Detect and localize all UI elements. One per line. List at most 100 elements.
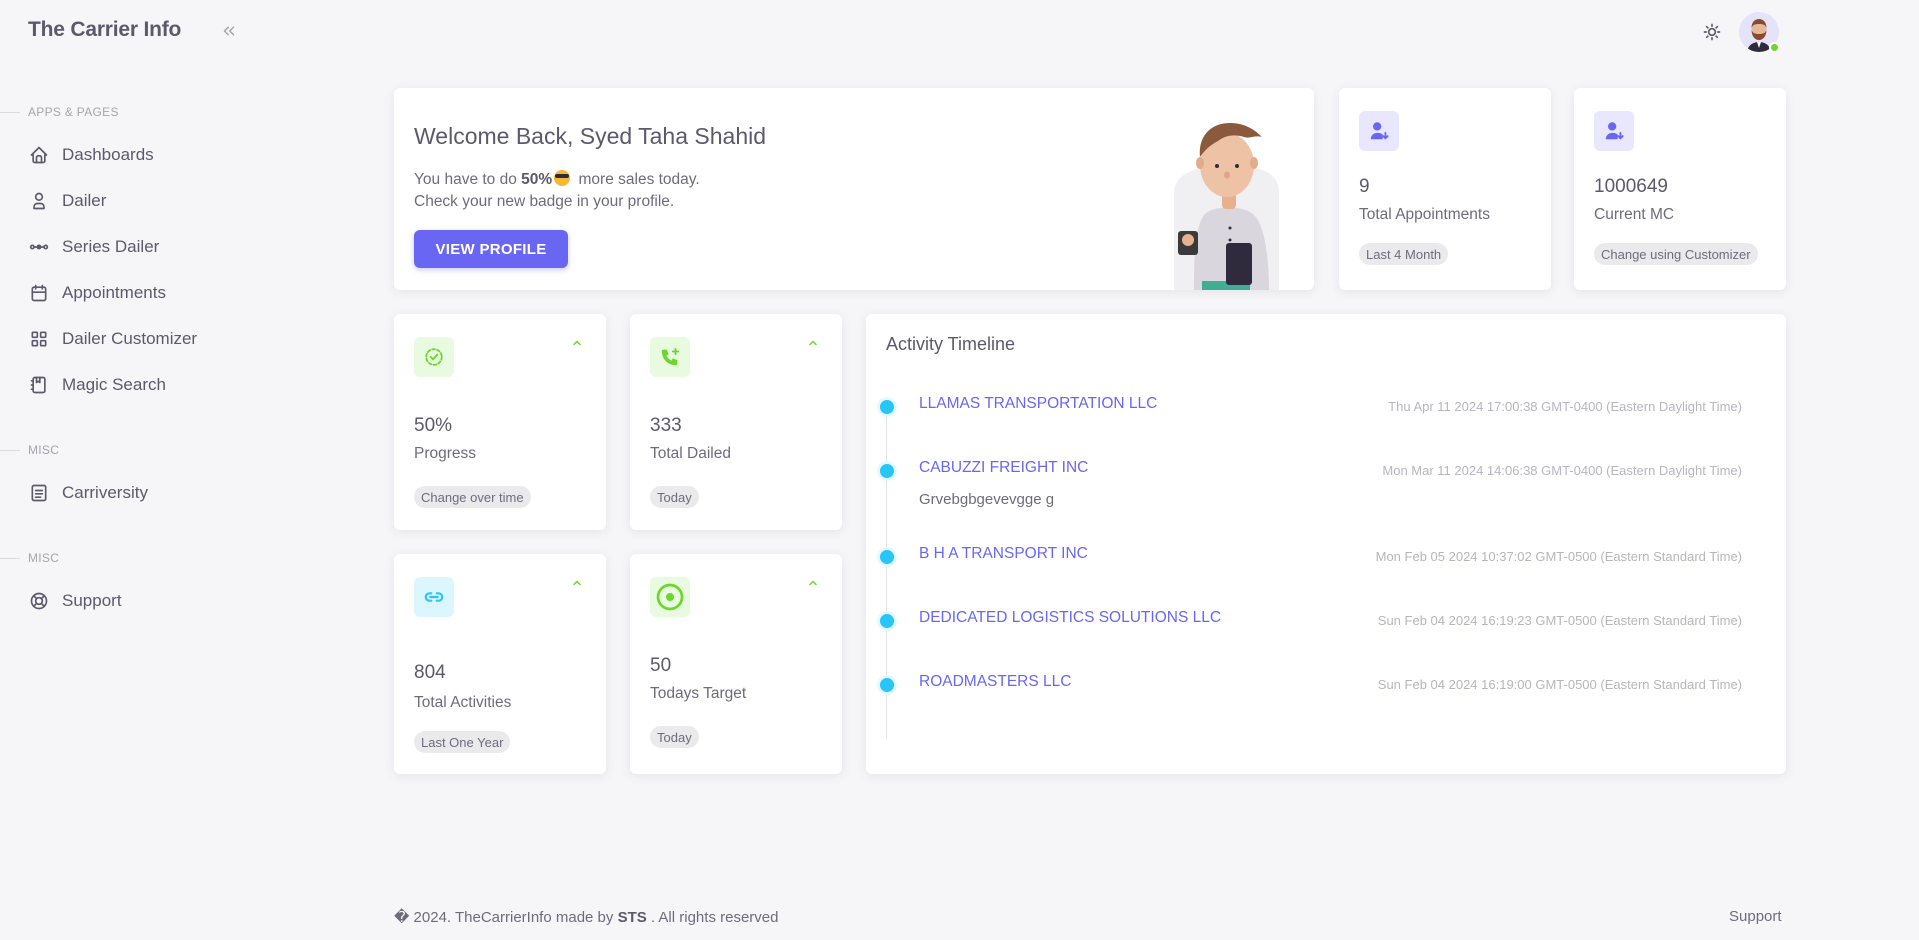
user-avatar[interactable]	[1739, 12, 1780, 53]
dots-connected-icon	[28, 236, 50, 258]
timeline-item-title[interactable]: CABUZZI FREIGHT INC	[919, 459, 1088, 477]
welcome-card: Welcome Back, Syed Taha Shahid You have …	[394, 88, 1314, 290]
phone-plus-icon	[650, 337, 690, 377]
sidebar-item-magic-search[interactable]: Magic Search	[28, 370, 268, 400]
sun-icon	[1703, 23, 1721, 41]
sales-percentage: 50%	[521, 171, 553, 188]
article-icon	[28, 482, 50, 504]
stat-value: 9	[1359, 176, 1370, 197]
welcome-title: Welcome Back, Syed Taha Shahid	[414, 123, 767, 149]
section-divider	[0, 557, 20, 559]
collapse-sidebar-button[interactable]	[218, 18, 240, 44]
sidebar-item-label: Support	[62, 591, 122, 610]
stat-chip: Change over time	[414, 486, 531, 508]
stat-card-total-dailed: 333 Total Dailed Today	[630, 314, 842, 530]
stat-label: Current MC	[1594, 206, 1675, 223]
stat-chip: Change using Customizer	[1594, 243, 1758, 265]
sidebar-item-label: Appointments	[62, 283, 166, 302]
online-status-indicator	[1769, 42, 1780, 53]
footer-support-link[interactable]: Support	[1729, 908, 1782, 925]
app-title: The Carrier Info	[28, 18, 182, 41]
timeline-dot	[880, 464, 894, 478]
footer-brand-link[interactable]: STS	[618, 909, 647, 926]
timeline-item-time: Mon Feb 05 2024 10:37:02 GMT-0500 (Easte…	[1375, 549, 1742, 564]
timeline-item-title[interactable]: LLAMAS TRANSPORTATION LLC	[919, 395, 1157, 413]
stat-label: Progress	[414, 445, 477, 462]
sidebar-item-label: Dailer	[62, 191, 107, 210]
sidebar-item-dailer[interactable]: Dailer	[28, 186, 268, 216]
timeline-item: B H A TRANSPORT INC Mon Feb 05 2024 10:3…	[866, 545, 1786, 585]
timeline-dot	[880, 678, 894, 692]
sidebar-item-label: Magic Search	[62, 375, 166, 394]
sidebar-item-dailer-customizer[interactable]: Dailer Customizer	[28, 324, 268, 354]
timeline-dot	[880, 400, 894, 414]
sidebar-item-label: Dashboards	[62, 145, 154, 164]
lifebuoy-icon	[28, 590, 50, 612]
timeline-item: CABUZZI FREIGHT INC Mon Mar 11 2024 14:0…	[866, 459, 1786, 519]
stat-value: 333	[650, 415, 682, 436]
chevrons-left-icon	[223, 26, 235, 36]
sidebar-item-series-dailer[interactable]: Series Dailer	[28, 232, 268, 262]
circle-check-dashed-icon	[414, 337, 454, 377]
calendar-icon	[28, 282, 50, 304]
stat-card-current-mc: 1000649 Current MC Change using Customiz…	[1574, 88, 1786, 290]
section-header-apps-pages: APPS & PAGES	[0, 104, 119, 120]
user-icon	[28, 190, 50, 212]
section-divider	[0, 111, 20, 113]
timeline-item-time: Thu Apr 11 2024 17:00:38 GMT-0400 (Easte…	[1388, 399, 1742, 414]
timeline-item-title[interactable]: ROADMASTERS LLC	[919, 673, 1071, 691]
stat-value: 50%	[414, 415, 453, 436]
stat-card-todays-target: 50 Todays Target Today	[630, 554, 842, 774]
section-header-label: APPS & PAGES	[28, 105, 119, 119]
section-header-label: MISC	[28, 551, 60, 565]
timeline-item: DEDICATED LOGISTICS SOLUTIONS LLC Sun Fe…	[866, 609, 1786, 649]
footer-text: . All rights reserved	[650, 909, 779, 926]
timeline-item-time: Sun Feb 04 2024 16:19:00 GMT-0500 (Easte…	[1377, 677, 1742, 692]
timeline-item-time: Sun Feb 04 2024 16:19:23 GMT-0500 (Easte…	[1377, 613, 1742, 628]
notebook-icon	[28, 374, 50, 396]
stat-value: 804	[414, 662, 446, 683]
timeline-dot	[880, 550, 894, 564]
user-download-icon	[1359, 111, 1399, 151]
sidebar-item-label: Dailer Customizer	[62, 329, 198, 348]
theme-toggle-button[interactable]	[1700, 20, 1724, 44]
sidebar-item-support[interactable]: Support	[28, 586, 268, 616]
sidebar-item-dashboards[interactable]: Dashboards	[28, 140, 268, 170]
timeline-item-description: Grvebgbgevevgge g	[919, 491, 1055, 508]
stat-card-total-appointments: 9 Total Appointments Last 4 Month	[1339, 88, 1551, 290]
welcome-text: You have to do	[414, 171, 517, 188]
stat-chip: Today	[650, 726, 699, 748]
sidebar-item-appointments[interactable]: Appointments	[28, 278, 268, 308]
stat-card-progress: 50% Progress Change over time	[394, 314, 606, 530]
stat-chip: Today	[650, 486, 699, 508]
welcome-badge-message: Check your new badge in your profile.	[414, 193, 675, 210]
section-divider	[0, 449, 20, 451]
sidebar-item-carriversity[interactable]: Carriversity	[28, 478, 268, 508]
timeline-item-title[interactable]: DEDICATED LOGISTICS SOLUTIONS LLC	[919, 609, 1221, 627]
timeline-item-title[interactable]: B H A TRANSPORT INC	[919, 545, 1088, 563]
section-header-label: MISC	[28, 443, 60, 457]
layout-grid-icon	[28, 328, 50, 350]
stat-label: Total Appointments	[1359, 206, 1490, 223]
stat-label: Total Dailed	[650, 445, 731, 462]
chevron-up-icon[interactable]	[570, 336, 584, 350]
stat-label: Total Activities	[414, 694, 512, 711]
stat-card-total-activities: 804 Total Activities Last One Year	[394, 554, 606, 774]
footer-text: � 2024. TheCarrierInfo made by	[394, 909, 614, 926]
link-icon	[414, 577, 454, 617]
sidebar-item-label: Carriversity	[62, 483, 148, 502]
user-download-icon	[1594, 111, 1634, 151]
timeline-dot	[880, 614, 894, 628]
stat-value: 1000649	[1594, 176, 1668, 197]
timeline-item: ROADMASTERS LLC Sun Feb 04 2024 16:19:00…	[866, 673, 1786, 713]
stat-chip: Last One Year	[414, 731, 511, 753]
chevron-up-icon[interactable]	[806, 336, 820, 350]
stat-label: Todays Target	[650, 685, 747, 702]
chevron-up-icon[interactable]	[570, 576, 584, 590]
section-header-misc-2: MISC	[0, 550, 59, 566]
target-icon	[650, 577, 690, 617]
chevron-up-icon[interactable]	[806, 576, 820, 590]
view-profile-button[interactable]: VIEW PROFILE	[414, 230, 568, 268]
timeline-title: Activity Timeline	[886, 334, 1016, 354]
welcome-text: more sales today.	[578, 171, 700, 188]
